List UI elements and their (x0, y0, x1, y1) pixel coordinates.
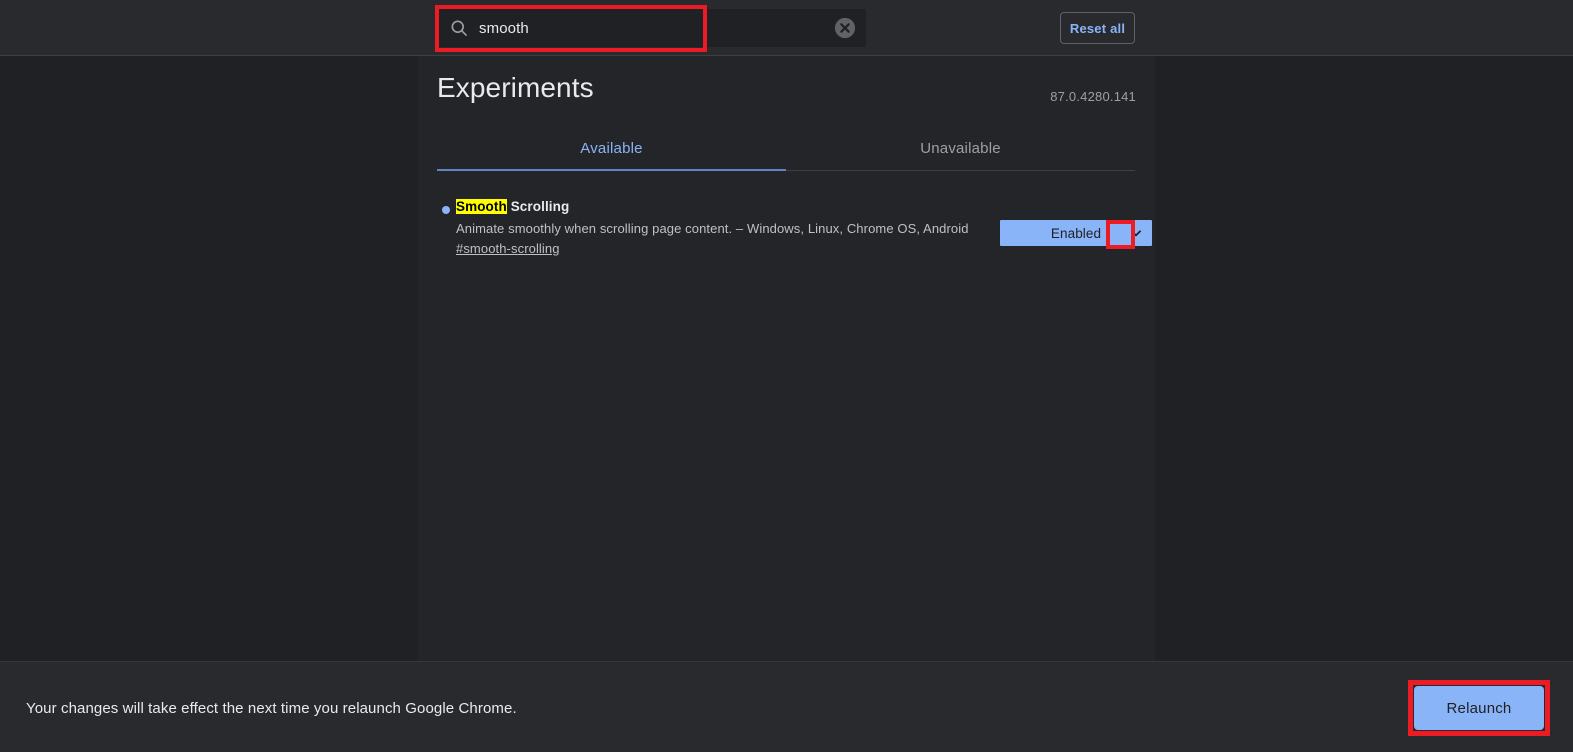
page-title: Experiments (437, 72, 594, 103)
chrome-version-label: 87.0.4280.141 (1050, 89, 1136, 104)
relaunch-message: Your changes will take effect the next t… (26, 700, 517, 717)
clear-circle-x-icon (834, 17, 856, 39)
reset-all-button[interactable]: Reset all (1060, 12, 1135, 44)
experiment-state-select[interactable]: Enabled (1000, 220, 1152, 246)
experiment-title-rest: Scrolling (506, 199, 570, 214)
top-search-bar: Reset all (0, 0, 1573, 56)
experiment-text-block: Smooth Scrolling Animate smoothly when s… (456, 198, 986, 258)
experiment-description: Animate smoothly when scrolling page con… (456, 221, 969, 236)
experiments-panel: Experiments 87.0.4280.141 Available Unav… (418, 56, 1155, 661)
tab-unavailable[interactable]: Unavailable (786, 126, 1135, 170)
modified-dot-icon (442, 206, 450, 214)
experiment-permalink[interactable]: #smooth-scrolling (456, 241, 560, 256)
relaunch-bar: Your changes will take effect the next t… (0, 661, 1573, 752)
chrome-flags-page: Reset all Experiments 87.0.4280.141 Avai… (0, 0, 1573, 752)
clear-search-button[interactable] (834, 17, 856, 39)
experiments-tabs: Available Unavailable (437, 126, 1135, 171)
chevron-down-icon (1131, 230, 1141, 237)
panel-inner: Experiments 87.0.4280.141 Available Unav… (437, 56, 1152, 661)
experiment-row: Smooth Scrolling Animate smoothly when s… (437, 198, 1152, 268)
relaunch-button[interactable]: Relaunch (1414, 686, 1544, 730)
search-field-container[interactable] (437, 9, 866, 47)
search-icon (451, 20, 467, 36)
search-input[interactable] (479, 9, 809, 47)
tab-available[interactable]: Available (437, 126, 786, 171)
experiment-title-highlight: Smooth (456, 199, 507, 214)
experiment-title: Smooth Scrolling (456, 198, 986, 215)
